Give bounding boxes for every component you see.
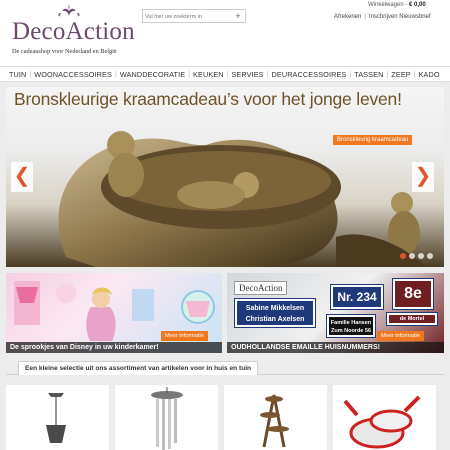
plate-text: Sabine Mikkelsen <box>245 305 305 312</box>
nav-item-zeep[interactable]: ZEEP <box>388 70 413 79</box>
more-info-button[interactable]: Meer informatie <box>161 331 208 341</box>
more-info-button[interactable]: Meer informatie <box>377 331 424 341</box>
slider-dot[interactable] <box>400 253 406 259</box>
product-card[interactable] <box>6 385 109 450</box>
logo[interactable]: DecoAction De cadeaushop voor Nederland … <box>8 4 135 58</box>
bronze-baby-sculpture-image <box>58 131 426 267</box>
nav-item-tuin[interactable]: TUIN <box>6 70 29 79</box>
nav-item-kado[interactable]: KADO <box>416 70 443 79</box>
slider-dot[interactable] <box>418 253 424 259</box>
banner-caption: OUDHOLLANDSE EMAILLE HUISNUMMERS! <box>227 342 444 353</box>
plate-text: Nr. 234 <box>337 290 377 304</box>
main-nav: TUIN | WOONACCESSOIRES | WANDDECORATIE |… <box>0 66 450 82</box>
product-card[interactable] <box>333 385 436 450</box>
slider-dot[interactable] <box>427 253 433 259</box>
street-plate: de Mortel <box>386 312 438 326</box>
number-plate-red: 8e <box>392 278 434 310</box>
disney-banner[interactable]: Meer informatie De sprookjes van Disney … <box>6 273 222 353</box>
hanging-lamp-image <box>46 393 66 443</box>
cart-summary[interactable]: Winkelwagen - € 0,00 <box>368 2 426 8</box>
selection-section-header: Een kleine selectie uit ons assortiment … <box>6 359 444 375</box>
plate-text: Christian Axelsen <box>245 316 305 323</box>
plate-text: Familie Hansen <box>330 320 372 326</box>
nav-item-keuken[interactable]: KEUKEN <box>190 70 227 79</box>
slider-dot[interactable] <box>409 253 415 259</box>
nav-item-deuraccessoires[interactable]: DEURACCESSOIRES <box>268 70 349 79</box>
header: DecoAction De cadeaushop voor Nederland … <box>0 0 450 66</box>
slider-prev-button[interactable]: ❮ <box>11 162 33 192</box>
logo-tagline: De cadeaushop voor Nederland en België <box>12 48 117 55</box>
nav-item-woonaccessoires[interactable]: WOONACCESSOIRES <box>31 70 115 79</box>
search-input[interactable] <box>145 11 231 22</box>
banner-logo: DecoAction <box>234 281 288 295</box>
nav-item-servies[interactable]: SERVIES <box>228 70 266 79</box>
plant-stand-image <box>260 394 289 448</box>
house-numbers-banner[interactable]: DecoAction Sabine Mikkelsen Christian Ax… <box>227 273 444 353</box>
top-links: Afrekenen | Inschrijven Nieuwsbrief <box>334 14 431 20</box>
slider-next-button[interactable]: ❯ <box>412 162 434 192</box>
section-title: Een kleine selectie uit ons assortiment … <box>18 361 259 375</box>
nav-item-wanddecoratie[interactable]: WANDDECORATIE <box>117 70 188 79</box>
slider-pagination <box>400 253 433 259</box>
search-box: + <box>142 9 246 23</box>
wind-chime-image <box>151 387 183 450</box>
product-card[interactable] <box>224 385 327 450</box>
checkout-link[interactable]: Afrekenen <box>334 14 361 20</box>
family-plate: Familie Hansen Zum Noorde 56 <box>326 314 376 338</box>
frying-pans-image <box>343 395 421 449</box>
house-number-plate: Nr. 234 <box>330 284 384 310</box>
hero-slider[interactable]: Bronskleurige kraamcadeau’s voor het jon… <box>6 87 444 267</box>
cart-separator: - <box>405 2 408 8</box>
cart-amount: € 0,00 <box>409 2 426 8</box>
slide-caption-badge[interactable]: Bronskleurig kraamcadeau <box>333 135 413 145</box>
newsletter-link[interactable]: Inschrijven Nieuwsbrief <box>369 14 431 20</box>
name-plate: Sabine Mikkelsen Christian Axelsen <box>234 298 316 328</box>
cart-label: Winkelwagen <box>368 2 404 8</box>
plate-text: Zum Noorde 56 <box>330 328 372 334</box>
slider-title: Bronskleurige kraamcadeau’s voor het jon… <box>14 89 402 109</box>
link-divider: | <box>364 14 366 20</box>
disney-kids-room-image <box>14 281 215 341</box>
page: DecoAction De cadeaushop voor Nederland … <box>0 0 450 450</box>
plate-text: 8e <box>404 285 422 302</box>
search-button[interactable]: + <box>232 11 244 21</box>
nav-item-tassen[interactable]: TASSEN <box>351 70 386 79</box>
flourish-icon <box>58 4 80 17</box>
plate-text: de Mortel <box>399 316 425 322</box>
logo-text: DecoAction <box>12 18 135 45</box>
banner-caption: De sprookjes van Disney in uw kinderkame… <box>6 342 222 353</box>
product-card[interactable] <box>115 385 218 450</box>
